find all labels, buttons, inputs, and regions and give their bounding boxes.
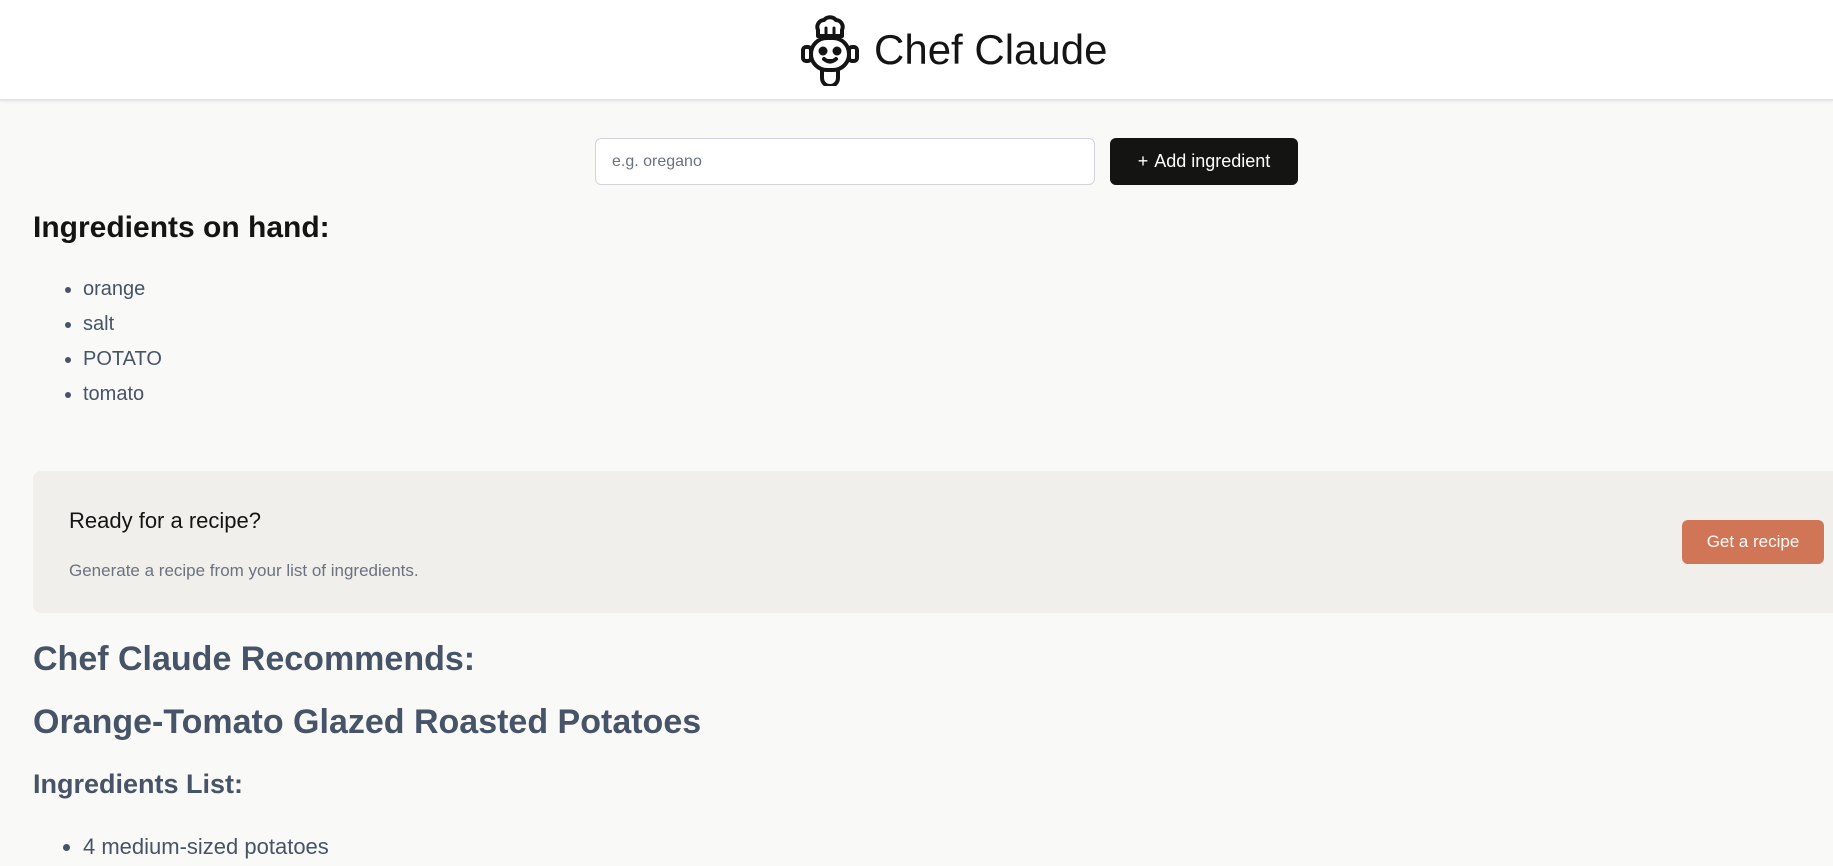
ingredient-item: tomato xyxy=(83,377,162,412)
ingredient-input[interactable] xyxy=(595,138,1095,185)
ingredients-heading: Ingredients on hand: xyxy=(33,211,330,244)
ingredients-list: orange salt POTATO tomato xyxy=(33,272,162,412)
add-ingredient-label: Add ingredient xyxy=(1154,151,1271,171)
recipe-cta: Ready for a recipe? Generate a recipe fr… xyxy=(33,471,1833,613)
cta-title: Ready for a recipe? xyxy=(69,508,261,533)
ingredient-item: orange xyxy=(83,272,162,307)
app-header: Chef Claude xyxy=(0,0,1833,101)
plus-icon: + xyxy=(1137,151,1149,171)
recipe-ingredient-item: 4 medium-sized potatoes xyxy=(83,830,329,864)
recommendation-heading: Chef Claude Recommends: xyxy=(33,640,476,678)
cta-subtitle: Generate a recipe from your list of ingr… xyxy=(69,561,419,580)
ingredient-item: POTATO xyxy=(83,342,162,377)
recipe-title: Orange-Tomato Glazed Roasted Potatoes xyxy=(33,703,702,741)
recipe-ingredients-list: 4 medium-sized potatoes xyxy=(33,830,329,864)
chef-robot-icon xyxy=(801,15,859,86)
recipe-ingredients-heading: Ingredients List: xyxy=(33,769,244,799)
add-ingredient-button[interactable]: + Add ingredient xyxy=(1110,138,1298,185)
get-recipe-button[interactable]: Get a recipe xyxy=(1682,520,1824,564)
ingredient-item: salt xyxy=(83,307,162,342)
app-title: Chef Claude xyxy=(874,26,1108,73)
